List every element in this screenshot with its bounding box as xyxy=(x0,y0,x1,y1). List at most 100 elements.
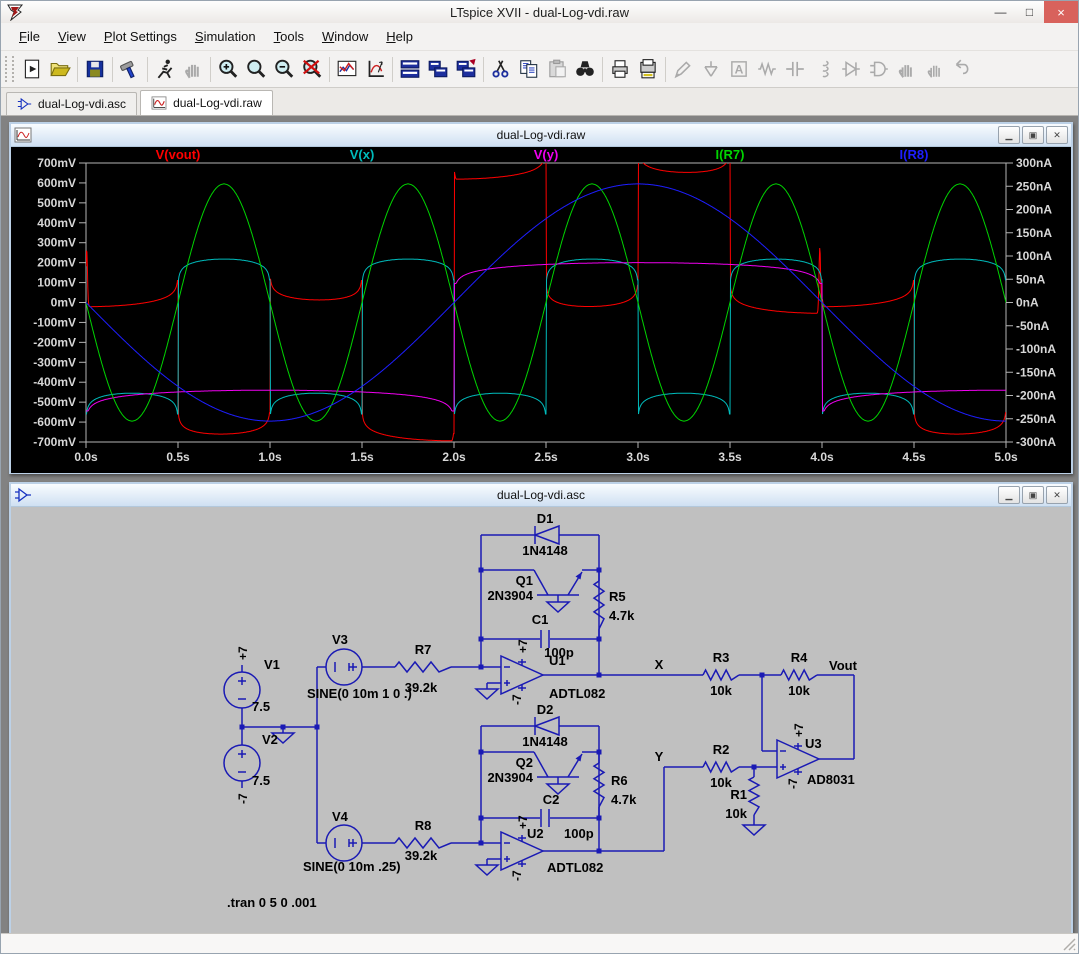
menubar: FileViewPlot SettingsSimulationToolsWind… xyxy=(1,23,1078,51)
y-left-tick-label: -300mV xyxy=(33,355,76,369)
new-schematic-button[interactable] xyxy=(18,55,46,83)
halt-icon xyxy=(182,58,204,80)
wave-restore-button[interactable]: ▣ xyxy=(1022,126,1044,144)
zoom-out-button[interactable] xyxy=(270,55,298,83)
print-preview-icon xyxy=(637,58,659,80)
menu-tools[interactable]: Tools xyxy=(265,25,313,48)
copy-icon xyxy=(518,58,540,80)
resize-grip-icon[interactable] xyxy=(1063,938,1076,951)
schematic-label: Q1 xyxy=(516,573,533,588)
control-panel-button[interactable] xyxy=(116,55,144,83)
schematic-label: D1 xyxy=(537,511,554,526)
zoom-back-button[interactable] xyxy=(242,55,270,83)
titlebar[interactable]: LTspice XVII - dual-Log-vdi.raw — □ × xyxy=(1,1,1078,23)
draw-wire-icon xyxy=(672,58,694,80)
schematic-label: R1 xyxy=(730,787,747,802)
zoom-in-button[interactable] xyxy=(214,55,242,83)
autorange-y-axis-icon xyxy=(336,58,358,80)
schematic-label: .tran 0 5 0 .001 xyxy=(227,895,317,910)
cut-button[interactable] xyxy=(487,55,515,83)
minimize-button[interactable]: — xyxy=(986,1,1015,23)
rail-flag-label: -7 xyxy=(510,694,524,705)
find-button[interactable] xyxy=(571,55,599,83)
legend-item[interactable]: V(y) xyxy=(534,147,559,162)
legend-item[interactable]: I(R8) xyxy=(900,147,929,162)
tab-dual-Log-vdi.asc[interactable]: dual-Log-vdi.asc xyxy=(6,92,137,115)
y-right-tick-label: 100nA xyxy=(1016,249,1052,263)
schem-minimize-button[interactable]: ▁ xyxy=(998,486,1020,504)
schematic-label: C1 xyxy=(532,612,549,627)
legend-item[interactable]: V(vout) xyxy=(156,147,201,162)
cascade-windows-button[interactable] xyxy=(452,55,480,83)
y-left-tick-label: -700mV xyxy=(33,435,76,449)
schematic-window[interactable]: dual-Log-vdi.asc ▁ ▣ ✕ D11N4148Q12N3904R… xyxy=(9,482,1073,934)
menu-file[interactable]: File xyxy=(10,25,49,48)
menu-view[interactable]: View xyxy=(49,25,95,48)
rail-flag-label: -7 xyxy=(786,778,800,789)
legend-item[interactable]: I(R7) xyxy=(716,147,745,162)
x-tick-label: 1.0s xyxy=(258,450,282,464)
place-resistor-icon xyxy=(756,58,778,80)
schem-close-button[interactable]: ✕ xyxy=(1046,486,1068,504)
plot-area[interactable]: 700mV600mV500mV400mV300mV200mV100mV0mV-1… xyxy=(11,147,1071,473)
zoom-in-icon xyxy=(217,58,239,80)
tile-horizontally-button[interactable] xyxy=(396,55,424,83)
toolbar-separator xyxy=(329,57,330,82)
place-ground-button xyxy=(697,55,725,83)
zoom-full-extents-button[interactable] xyxy=(298,55,326,83)
print-preview-button[interactable] xyxy=(634,55,662,83)
toolbar-separator xyxy=(147,57,148,82)
schematic-drawing[interactable]: D11N4148Q12N3904R54.7kC1100pU1ADTL082XR3… xyxy=(224,511,858,910)
rail-flag-label: +7 xyxy=(792,723,806,737)
cut-icon xyxy=(490,58,512,80)
zoom-back-icon xyxy=(245,58,267,80)
run-button[interactable] xyxy=(151,55,179,83)
toolbar-separator xyxy=(602,57,603,82)
ltspice-main-window: LTspice XVII - dual-Log-vdi.raw — □ × Fi… xyxy=(0,0,1079,954)
schematic-label: 10k xyxy=(788,683,810,698)
y-right-tick-label: -150nA xyxy=(1016,365,1056,379)
tab-dual-Log-vdi.raw[interactable]: dual-Log-vdi.raw xyxy=(140,90,273,115)
y-left-tick-label: 100mV xyxy=(37,276,76,290)
autorange-y-axis-button[interactable] xyxy=(333,55,361,83)
toolbar-separator xyxy=(483,57,484,82)
tile-vertically-button[interactable] xyxy=(424,55,452,83)
wave-minimize-button[interactable]: ▁ xyxy=(998,126,1020,144)
legend-item[interactable]: V(x) xyxy=(350,147,375,162)
schematic-label: Q2 xyxy=(516,755,533,770)
schematic-label: R6 xyxy=(611,773,628,788)
schematic-label: U3 xyxy=(805,736,822,751)
schematic-label: ADTL082 xyxy=(547,860,603,875)
schematic-label: D2 xyxy=(537,702,554,717)
zoom-full-extents-icon xyxy=(301,58,323,80)
schematic-canvas[interactable]: D11N4148Q12N3904R54.7kC1100pU1ADTL082XR3… xyxy=(11,507,1071,933)
tile-vertically-icon xyxy=(427,58,449,80)
schem-restore-button[interactable]: ▣ xyxy=(1022,486,1044,504)
menu-simulation[interactable]: Simulation xyxy=(186,25,265,48)
schematic-window-titlebar[interactable]: dual-Log-vdi.asc ▁ ▣ ✕ xyxy=(11,484,1071,507)
waveform-tab-icon xyxy=(151,96,167,110)
toolbar-grip[interactable] xyxy=(5,56,14,82)
place-capacitor-icon xyxy=(784,58,806,80)
plot-settings-button[interactable] xyxy=(361,55,389,83)
wave-close-button[interactable]: ✕ xyxy=(1046,126,1068,144)
schematic-label: 4.7k xyxy=(611,792,637,807)
print-button[interactable] xyxy=(606,55,634,83)
y-left-tick-label: 0mV xyxy=(51,296,76,310)
copy-button[interactable] xyxy=(515,55,543,83)
open-button[interactable] xyxy=(46,55,74,83)
menu-help[interactable]: Help xyxy=(377,25,422,48)
paste-button xyxy=(543,55,571,83)
place-resistor-button xyxy=(753,55,781,83)
waveform-window[interactable]: dual-Log-vdi.raw ▁ ▣ ✕ 700mV600mV500mV40… xyxy=(9,122,1073,474)
waveform-window-titlebar[interactable]: dual-Log-vdi.raw ▁ ▣ ✕ xyxy=(11,124,1071,147)
save-button[interactable] xyxy=(81,55,109,83)
menu-window[interactable]: Window xyxy=(313,25,377,48)
maximize-button[interactable]: □ xyxy=(1015,1,1044,23)
y-right-tick-label: -50nA xyxy=(1016,319,1050,333)
menu-plot-settings[interactable]: Plot Settings xyxy=(95,25,186,48)
close-button[interactable]: × xyxy=(1044,1,1078,23)
toolbar-separator xyxy=(665,57,666,82)
place-ground-icon xyxy=(700,58,722,80)
y-left-tick-label: 700mV xyxy=(37,156,76,170)
